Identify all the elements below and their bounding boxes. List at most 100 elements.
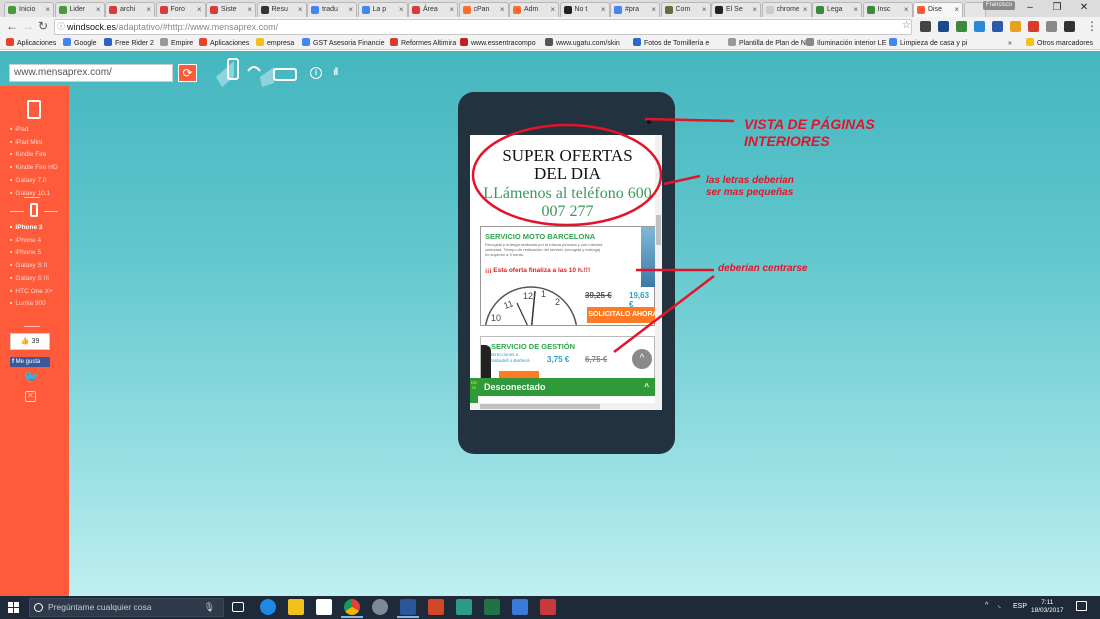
url-omnibox[interactable]: ⓘ windsock.es/adaptativo/#http://www.men… <box>54 19 912 35</box>
close-window-button[interactable]: ✕ <box>1074 2 1094 13</box>
close-tab-icon[interactable]: × <box>803 3 808 16</box>
publisher-icon[interactable] <box>456 599 472 615</box>
close-tab-icon[interactable]: × <box>904 3 909 16</box>
store-icon[interactable] <box>316 599 332 615</box>
browser-tab[interactable]: Adm × <box>509 2 559 17</box>
close-tab-icon[interactable]: × <box>752 3 757 16</box>
device-option[interactable]: iPhone 3 <box>10 224 42 231</box>
task-view-icon[interactable] <box>232 602 244 612</box>
extension-icon[interactable] <box>956 21 967 32</box>
microphone-icon[interactable]: 🎙 <box>204 599 215 616</box>
bookmark-item[interactable]: Free Rider 2 <box>104 38 154 49</box>
orientation-toggle[interactable] <box>212 57 302 87</box>
wifi-icon[interactable]: ◟ <box>998 601 1001 609</box>
browser-tab[interactable]: Insc × <box>862 2 913 17</box>
windows-start-icon[interactable] <box>8 602 19 613</box>
scrollbar-thumb[interactable] <box>480 404 600 409</box>
browser-tab[interactable]: Inicio × <box>4 2 54 17</box>
bookmark-item[interactable]: Limpieza de casa y pi <box>889 38 967 49</box>
close-tab-icon[interactable]: × <box>853 3 858 16</box>
request-now-button[interactable]: SOLICITALO AHORA <box>587 307 659 323</box>
extension-icon[interactable] <box>920 21 931 32</box>
facebook-like-button[interactable]: f Me gusta <box>10 357 50 367</box>
chrome-icon[interactable] <box>341 599 363 618</box>
device-option[interactable]: iPhone 4 <box>10 237 41 244</box>
notification-icon[interactable] <box>1076 601 1087 611</box>
edge-icon[interactable] <box>260 599 276 615</box>
close-tab-icon[interactable]: × <box>247 3 252 16</box>
bookmark-item[interactable]: empresa <box>256 38 294 49</box>
chat-status-bar[interactable]: Desconectado ^ <box>478 378 655 396</box>
horizontal-scrollbar[interactable] <box>470 403 655 410</box>
device-option[interactable]: Galaxy 10.1 <box>10 190 50 197</box>
forward-icon[interactable]: → <box>22 19 34 33</box>
tablet-icon[interactable] <box>27 100 41 119</box>
browser-tab[interactable]: #pra × <box>610 2 660 17</box>
scroll-top-button[interactable]: ^ <box>632 349 652 369</box>
device-option[interactable]: iPad Mini <box>10 139 42 146</box>
device-option[interactable]: iPhone 5 <box>10 249 41 256</box>
phone-icon[interactable] <box>30 203 38 217</box>
browser-tab[interactable]: El Se × <box>711 2 761 17</box>
bookmark-item[interactable]: Google <box>63 38 97 49</box>
excel-icon[interactable] <box>484 599 500 615</box>
extension-icon[interactable] <box>1064 21 1075 32</box>
browser-tab[interactable]: Lider × <box>54 2 105 17</box>
maximize-button[interactable]: ❐ <box>1047 2 1067 13</box>
close-tab-icon[interactable]: × <box>197 3 202 16</box>
mail-icon[interactable]: ✕ <box>25 391 36 402</box>
close-tab-icon[interactable]: × <box>399 3 404 16</box>
extension-icon[interactable] <box>1010 21 1021 32</box>
app-icon[interactable] <box>372 599 388 615</box>
language-indicator[interactable]: ESP <box>1013 603 1027 610</box>
browser-tab[interactable]: Lega × <box>812 2 862 17</box>
browser-tab[interactable]: tradu × <box>307 2 357 17</box>
close-tab-icon[interactable]: × <box>500 3 505 16</box>
close-tab-icon[interactable]: × <box>45 3 50 16</box>
profile-badge[interactable]: Francisco <box>983 1 1015 10</box>
site-url-input[interactable]: www.mensaprex.com/ <box>9 64 173 82</box>
vertical-scrollbar[interactable] <box>655 135 662 410</box>
bookmark-item[interactable]: Aplicaciones <box>199 38 249 49</box>
bookmark-item[interactable]: Empire <box>160 38 193 49</box>
extension-icon[interactable] <box>992 21 1003 32</box>
device-option[interactable]: Galaxy 7.0 <box>10 177 46 184</box>
bookmark-item[interactable]: Iluminación interior LE <box>806 38 886 49</box>
landscape-phone-icon[interactable] <box>273 68 297 81</box>
back-icon[interactable]: ← <box>6 19 18 33</box>
device-option[interactable]: Galaxy S II <box>10 262 47 269</box>
phone-screen[interactable]: SUPER OFERTAS DEL DIA LLámenos al teléfo… <box>470 135 662 410</box>
close-tab-icon[interactable]: × <box>954 3 959 16</box>
close-tab-icon[interactable]: × <box>601 3 606 16</box>
browser-tab[interactable]: chrome × <box>761 2 812 17</box>
device-option[interactable]: Galaxy S III <box>10 275 49 282</box>
browser-tab[interactable]: cPan × <box>458 2 509 17</box>
close-tab-icon[interactable]: × <box>550 3 555 16</box>
device-option[interactable]: Kindle Fire HD <box>10 164 57 171</box>
taskbar-search[interactable]: Pregúntame cualquier cosa 🎙 <box>29 598 224 617</box>
browser-tab[interactable]: Resu × <box>256 2 307 17</box>
extension-icon[interactable] <box>1046 21 1057 32</box>
powerpoint-icon[interactable] <box>428 599 444 615</box>
close-tab-icon[interactable]: × <box>298 3 303 16</box>
bookmark-item[interactable]: GST Asesoria Financie <box>302 38 384 49</box>
bars-icon[interactable]: ıll <box>333 67 338 78</box>
browser-tab[interactable]: Foro × <box>155 2 206 17</box>
browser-tab[interactable]: Siste × <box>206 2 256 17</box>
device-option[interactable]: iPad <box>10 126 28 133</box>
reload-icon[interactable]: ↻ <box>38 19 48 33</box>
bookmark-item[interactable]: Plantilla de Plan de N <box>728 38 806 49</box>
close-tab-icon[interactable]: × <box>449 3 454 16</box>
device-option[interactable]: Lumia 900 <box>10 300 45 307</box>
app-icon[interactable] <box>540 599 556 615</box>
app-icon[interactable] <box>512 599 528 615</box>
close-tab-icon[interactable]: × <box>96 3 101 16</box>
refresh-button[interactable]: ⟳ <box>178 64 197 82</box>
bookmarks-overflow-button[interactable]: » <box>1008 38 1012 49</box>
word-icon[interactable] <box>397 599 419 618</box>
device-option[interactable]: HTC One X+ <box>10 288 52 295</box>
device-option[interactable]: Kindle Fire <box>10 151 46 158</box>
bookmark-item[interactable]: www.essentracompo <box>460 38 536 49</box>
file-explorer-icon[interactable] <box>288 599 304 615</box>
twitter-icon[interactable]: 🐦 <box>24 370 39 384</box>
